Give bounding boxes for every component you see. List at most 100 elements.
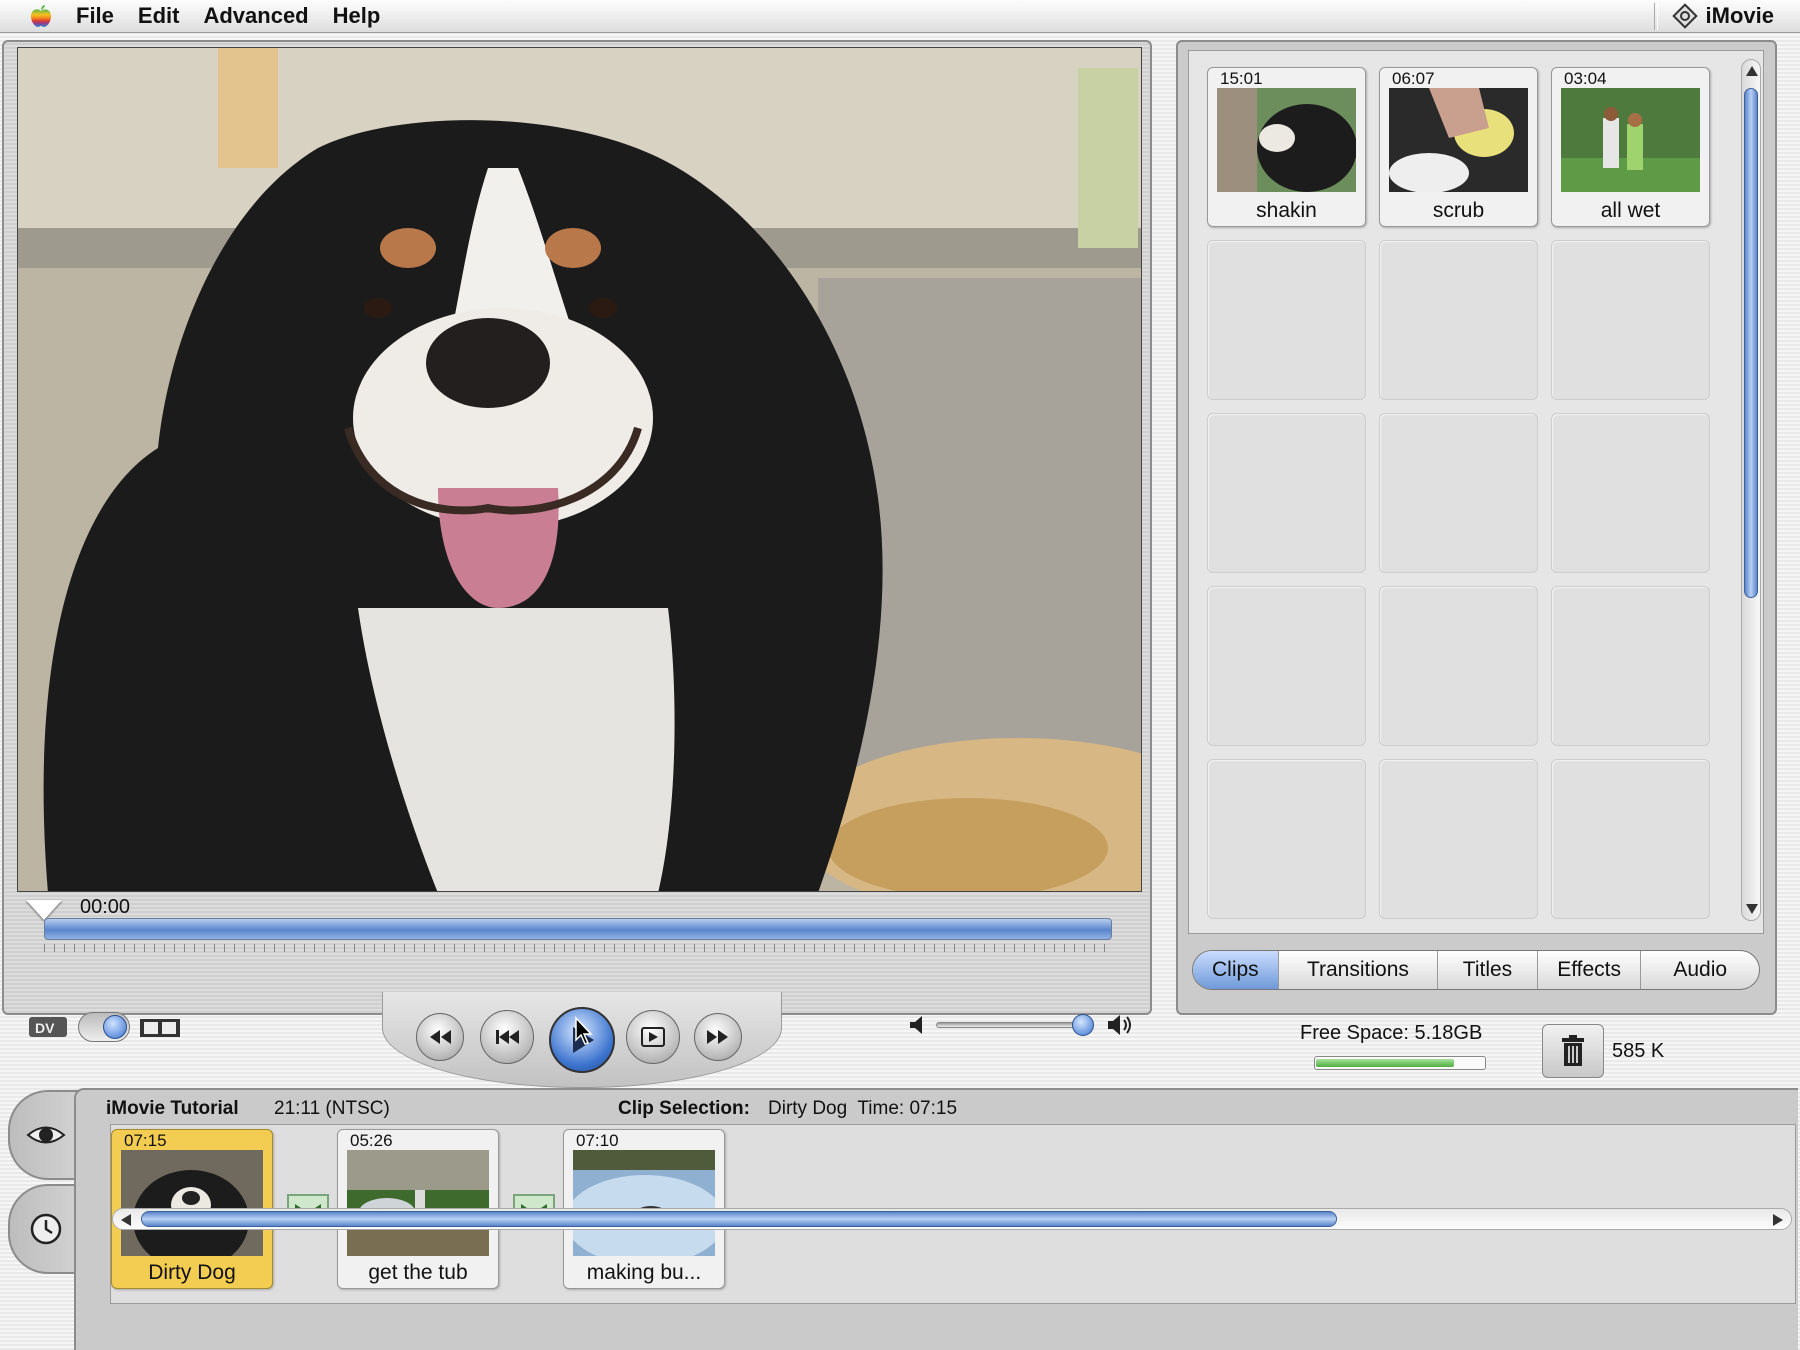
menu-file[interactable]: File	[76, 3, 114, 29]
empty-clip-slot[interactable]	[1207, 240, 1366, 400]
mouse-cursor-icon	[575, 1016, 593, 1045]
selection-value: Dirty Dog Time: 07:15	[768, 1098, 958, 1119]
clip-name: all wet	[1600, 199, 1661, 222]
tab-audio[interactable]: Audio	[1641, 951, 1759, 989]
menu-advanced[interactable]: Advanced	[203, 3, 308, 29]
panel-tabs: Clips Transitions Titles Effects Audio	[1192, 950, 1760, 990]
scroll-right-arrow-icon[interactable]	[1773, 1214, 1783, 1226]
fast-forward-button[interactable]	[694, 1013, 742, 1061]
imovie-app-icon	[1671, 3, 1698, 29]
fullscreen-play-icon	[641, 1027, 665, 1047]
tab-effects[interactable]: Effects	[1538, 951, 1642, 989]
camera-edit-mode-switch[interactable]	[78, 1012, 130, 1042]
volume-high-icon	[1108, 1015, 1131, 1035]
scroll-up-arrow-icon[interactable]	[1746, 66, 1758, 76]
empty-clip-slot[interactable]	[1551, 759, 1710, 919]
go-to-start-button[interactable]	[480, 1010, 534, 1064]
shelf-clip[interactable]: 06:07 scrub	[1379, 67, 1538, 227]
rewind-button[interactable]	[416, 1013, 464, 1061]
menu-separator	[1653, 3, 1658, 30]
clip-duration: 06:07	[1392, 69, 1435, 88]
clip-duration: 07:10	[576, 1131, 619, 1150]
clip-thumbnail	[121, 1150, 263, 1256]
dog-video-frame	[18, 48, 1141, 891]
dv-camera-mode-icon: DV	[29, 1017, 67, 1037]
empty-clip-slot[interactable]	[1551, 413, 1710, 573]
free-space-fill	[1316, 1059, 1454, 1067]
empty-clip-slot[interactable]	[1551, 240, 1710, 400]
clip-thumbnail	[1561, 88, 1700, 192]
volume-low-icon	[910, 1016, 922, 1034]
tab-clips[interactable]: Clips	[1193, 951, 1279, 989]
menu-help[interactable]: Help	[333, 3, 381, 29]
empty-clip-slot[interactable]	[1379, 586, 1538, 746]
shelf-clip[interactable]: 03:04 all wet	[1551, 67, 1710, 227]
viewer-toggle	[8, 1090, 82, 1286]
trash-button[interactable]	[1542, 1024, 1604, 1078]
apple-logo-icon[interactable]	[26, 4, 56, 28]
scroll-down-arrow-icon[interactable]	[1746, 904, 1758, 914]
empty-clip-slot[interactable]	[1207, 413, 1366, 573]
rewind-icon	[430, 1030, 451, 1044]
clip-viewer-tab[interactable]	[8, 1090, 82, 1180]
clip-duration: 07:15	[124, 1131, 167, 1150]
play-fullscreen-button[interactable]	[626, 1010, 680, 1064]
mode-switch-knob[interactable]	[103, 1015, 127, 1039]
clip-name: get the tub	[368, 1261, 468, 1284]
timeline-viewer-tab[interactable]	[8, 1184, 82, 1274]
trash-icon	[1562, 1035, 1584, 1066]
shelf-scroll-thumb[interactable]	[1744, 88, 1758, 598]
empty-clip-slot[interactable]	[1551, 586, 1710, 746]
shelf-scrollbar[interactable]	[1741, 59, 1761, 921]
clip-name: shakin	[1256, 199, 1317, 222]
playhead-marker[interactable]	[26, 900, 62, 920]
clip-grid: 15:01 shakin 06:07 scrub 03:04 all wet	[1207, 67, 1710, 919]
monitor-panel: 00:00 DV	[2, 40, 1152, 1088]
clip-shelf: 15:01 shakin 06:07 scrub 03:04 all wet	[1188, 50, 1764, 934]
clip-thumbnail	[1389, 88, 1528, 192]
clip-duration: 05:26	[350, 1131, 393, 1150]
volume-slider-knob[interactable]	[1072, 1014, 1094, 1036]
volume-slider-track[interactable]	[936, 1022, 1086, 1028]
tab-transitions[interactable]: Transitions	[1279, 951, 1439, 989]
fast-forward-icon	[707, 1030, 728, 1044]
clip-name: scrub	[1432, 199, 1485, 222]
free-space-label: Free Space: 5.18GB	[1300, 1022, 1483, 1044]
skip-back-icon	[496, 1030, 519, 1044]
scrubber-ticks	[44, 944, 1112, 952]
clip-duration: 15:01	[1220, 69, 1263, 88]
application-menu[interactable]: iMovie	[1653, 3, 1774, 30]
free-space-meter	[1314, 1056, 1486, 1070]
project-duration: 21:11 (NTSC)	[274, 1098, 390, 1119]
clip-thumbnail	[347, 1150, 489, 1256]
clip-shelf-panel: 15:01 shakin 06:07 scrub 03:04 all wet C…	[1176, 40, 1777, 1015]
empty-clip-slot[interactable]	[1379, 240, 1538, 400]
selection-label: Clip Selection:	[618, 1098, 750, 1119]
timecode-display: 00:00	[80, 896, 131, 918]
project-name: iMovie Tutorial	[106, 1098, 239, 1119]
app-name: iMovie	[1705, 3, 1774, 28]
shelf-clip[interactable]: 15:01 shakin	[1207, 67, 1366, 227]
eye-icon	[26, 1126, 66, 1144]
empty-clip-slot[interactable]	[1379, 759, 1538, 919]
clip-name: making bu...	[586, 1261, 702, 1284]
timeline-scrollbar[interactable]	[112, 1208, 1792, 1230]
clip-duration: 03:04	[1564, 69, 1607, 88]
tab-titles[interactable]: Titles	[1438, 951, 1538, 989]
scrubber-bar[interactable]	[44, 918, 1112, 940]
empty-clip-slot[interactable]	[1207, 759, 1366, 919]
clock-icon	[30, 1213, 62, 1245]
trash-size-label: 585 K	[1612, 1040, 1665, 1062]
clip-thumbnail	[573, 1150, 715, 1256]
menu-bar: File Edit Advanced Help iMovie	[0, 0, 1800, 33]
clip-thumbnail	[1217, 88, 1356, 192]
menu-edit[interactable]: Edit	[138, 3, 180, 29]
scroll-left-arrow-icon[interactable]	[121, 1214, 131, 1226]
timeline-scroll-thumb[interactable]	[141, 1211, 1337, 1227]
edit-mode-icon	[140, 1019, 180, 1037]
video-preview[interactable]	[17, 47, 1142, 892]
clip-name: Dirty Dog	[148, 1261, 236, 1284]
svg-text:DV: DV	[35, 1020, 55, 1036]
empty-clip-slot[interactable]	[1207, 586, 1366, 746]
empty-clip-slot[interactable]	[1379, 413, 1538, 573]
